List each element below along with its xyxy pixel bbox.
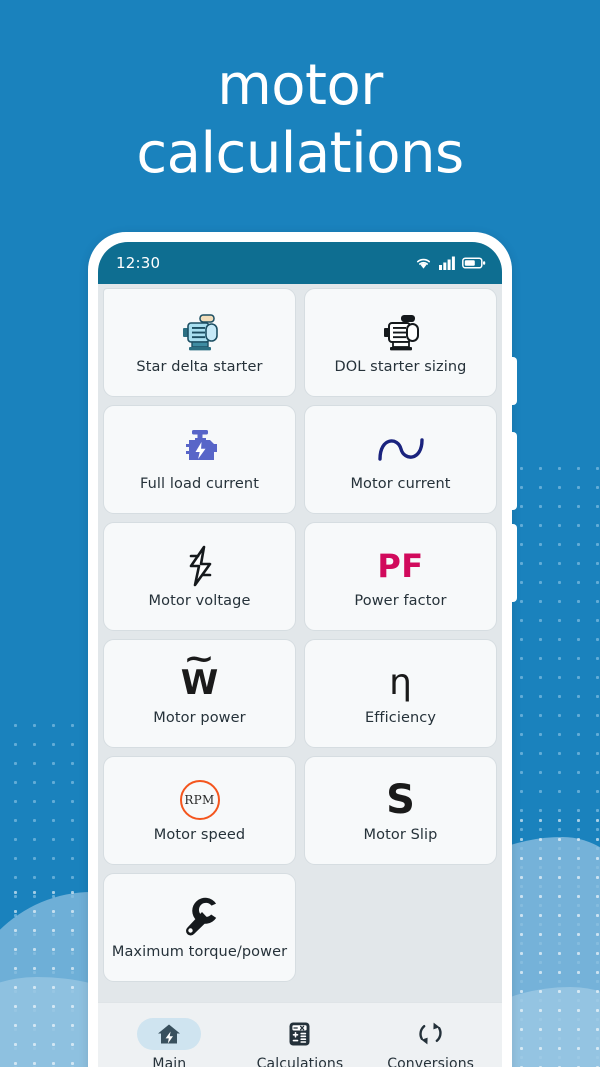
tile-motor-current[interactable]: Motor current [304, 405, 497, 514]
pf-text: PF [377, 547, 424, 586]
cellular-signal-icon [439, 256, 455, 270]
tile-maximum-torque-power[interactable]: Maximum torque/power [103, 873, 296, 982]
tile-label: Motor power [153, 710, 246, 727]
nav-item-calculations[interactable]: Calculations [244, 1018, 356, 1067]
tile-label: Power factor [354, 593, 447, 610]
hero-title-line1: motor [217, 53, 383, 118]
eta-glyph: η [389, 660, 412, 706]
status-bar: 12:30 [98, 242, 502, 284]
battery-icon [462, 256, 486, 270]
nav-item-main[interactable]: Main [113, 1017, 225, 1067]
tile-scroll-area[interactable]: Star delta starter DOL starter sizing Fu… [98, 284, 502, 1002]
tile-full-load-current[interactable]: Full load current [103, 405, 296, 514]
bottom-navigation: Main Calculations Conversions [98, 1002, 502, 1067]
sine-wave-icon [374, 426, 428, 472]
tile-label: Efficiency [364, 710, 437, 727]
home-bolt-icon [156, 1022, 182, 1046]
hero-title: motor calculations [0, 52, 600, 188]
tile-motor-slip[interactable]: S Motor Slip [304, 756, 497, 865]
tile-efficiency[interactable]: η Efficiency [304, 639, 497, 748]
nav-label-calculations: Calculations [256, 1055, 344, 1067]
phone-button-volume[interactable] [508, 432, 517, 510]
s-text: S [386, 777, 415, 824]
tile-motor-voltage[interactable]: Motor voltage [103, 522, 296, 631]
tile-grid: Star delta starter DOL starter sizing Fu… [98, 284, 502, 982]
phone-screen: 12:30 Star delta starter DOL starter siz… [98, 242, 502, 1067]
tile-label: Motor speed [153, 827, 246, 844]
calculator-icon [287, 1021, 312, 1047]
w-tilde-glyph: W [181, 660, 219, 706]
status-bar-icons [415, 256, 486, 270]
refresh-cycle-icon [417, 1020, 444, 1047]
w-text: W [181, 666, 219, 700]
phone-mockup: 12:30 Star delta starter DOL starter siz… [88, 232, 517, 1067]
tile-label: Full load current [139, 476, 259, 493]
engine-bolt-icon [175, 426, 225, 472]
phone-button-power[interactable] [508, 524, 517, 602]
motor-outline-icon [376, 309, 426, 355]
tile-motor-speed[interactable]: RPM Motor speed [103, 756, 296, 865]
nav-pill-calculations [268, 1018, 332, 1050]
tile-label: Maximum torque/power [111, 944, 288, 961]
tile-label: Motor voltage [148, 593, 251, 610]
nav-item-conversions[interactable]: Conversions [375, 1018, 487, 1067]
phone-button-mute[interactable] [508, 357, 517, 405]
rpm-text: RPM [179, 780, 220, 821]
lightning-bolt-icon [183, 543, 217, 589]
status-bar-time: 12:30 [116, 254, 161, 272]
eta-text: η [389, 662, 412, 704]
nav-label-conversions: Conversions [387, 1055, 475, 1067]
tile-label: Motor Slip [363, 827, 438, 844]
nav-pill-main [137, 1017, 202, 1050]
pf-glyph: PF [377, 543, 423, 589]
rpm-badge-icon: RPM [179, 777, 220, 823]
motor-color-icon [175, 309, 225, 355]
nav-pill-conversions [399, 1018, 463, 1050]
s-glyph: S [386, 777, 415, 823]
tile-label: Motor current [350, 476, 451, 493]
tile-label: Star delta starter [136, 359, 263, 376]
tile-star-delta-starter[interactable]: Star delta starter [103, 288, 296, 397]
wrench-icon [177, 894, 223, 940]
tile-power-factor[interactable]: PF Power factor [304, 522, 497, 631]
tile-motor-power[interactable]: W Motor power [103, 639, 296, 748]
wifi-icon [415, 256, 432, 270]
hero-title-line2: calculations [136, 121, 464, 186]
tile-label: DOL starter sizing [334, 359, 467, 376]
nav-label-main: Main [152, 1055, 187, 1067]
tile-dol-starter-sizing[interactable]: DOL starter sizing [304, 288, 497, 397]
